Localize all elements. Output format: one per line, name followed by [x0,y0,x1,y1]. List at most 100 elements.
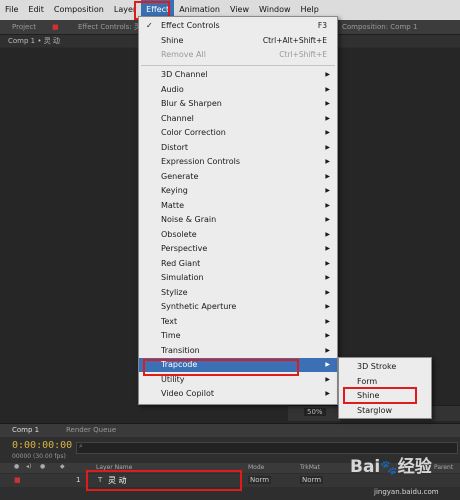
menu-item-color-correction[interactable]: Color Correction ▶ [139,126,337,140]
watermark-logo: Bai🐾经验 [350,452,432,477]
submenu-item-3d-stroke[interactable]: 3D Stroke [339,360,431,374]
eye-icon[interactable]: ● [14,463,19,470]
menu-item-expression-controls[interactable]: Expression Controls ▶ [139,155,337,169]
menu-item-shine[interactable]: Shine Ctrl+Alt+Shift+E [139,34,337,48]
watermark-brand2: 经验 [397,457,432,477]
menu-item-label: Distort [161,142,189,152]
submenu-arrow-icon: ▶ [325,129,330,136]
tab-render-queue[interactable]: Render Queue [66,426,116,434]
menu-item-shortcut: Ctrl+Alt+Shift+E [262,36,327,45]
menu-item-label: Audio [161,84,184,94]
menu-item-label: Shine [161,36,184,45]
menu-item-synthetic-aperture[interactable]: Synthetic Aperture ▶ [139,300,337,314]
menu-item-keying[interactable]: Keying ▶ [139,184,337,198]
submenu-arrow-icon: ▶ [325,216,330,223]
menu-item-audio[interactable]: Audio ▶ [139,83,337,97]
tab-project[interactable]: Project [12,22,36,33]
tab-composition[interactable]: Composition: Comp 1 [342,22,417,33]
layer-color-label: ■ [14,476,21,484]
annotation-layer-box [86,470,242,491]
menu-item-channel[interactable]: Channel ▶ [139,112,337,126]
submenu-arrow-icon: ▶ [325,114,330,122]
watermark-brand: Bai [350,457,381,477]
submenu-arrow-icon: ▶ [325,303,330,310]
timeline-tab-strip: Comp 1 Render Queue [0,423,460,438]
menu-composition[interactable]: Composition [49,0,109,20]
menu-item-distort[interactable]: Distort ▶ [139,141,337,155]
submenu-arrow-icon: ▶ [325,230,330,238]
timecode[interactable]: 0:00:00:00 [12,440,72,451]
menu-item-label: Remove All [161,50,206,59]
submenu-arrow-icon: ▶ [325,85,330,93]
submenu-arrow-icon: ▶ [325,361,330,368]
menu-file[interactable]: File [0,0,23,20]
annotation-trapcode-box [143,359,299,376]
menu-item-perspective[interactable]: Perspective ▶ [139,242,337,256]
submenu-arrow-icon: ▶ [325,317,330,325]
menu-item-matte[interactable]: Matte ▶ [139,199,337,213]
submenu-arrow-icon: ▶ [325,375,330,383]
menu-item-video-copilot[interactable]: Video Copilot ▶ [139,387,337,401]
menu-item-label: Noise & Grain [161,215,217,224]
menu-item-generate[interactable]: Generate ▶ [139,170,337,184]
menu-item-blur-sharpen[interactable]: Blur & Sharpen ▶ [139,97,337,111]
menu-item-obsolete[interactable]: Obsolete ▶ [139,228,337,242]
menu-item-simulation[interactable]: Simulation ▶ [139,271,337,285]
submenu-item-starglow[interactable]: Starglow [339,404,431,418]
breadcrumb-label: Comp 1 • 灵 动 [8,37,60,45]
submenu-arrow-icon: ▶ [325,201,330,209]
menu-item-label: Time [161,331,181,340]
menu-item-red-giant[interactable]: Red Giant ▶ [139,257,337,271]
menu-item-label: Transition [161,345,200,355]
menu-item-shortcut: Ctrl+Shift+E [279,50,327,59]
layer-trkmat-select[interactable]: Norm [300,476,324,484]
submenu-arrow-icon: ▶ [325,143,330,151]
menu-item-text[interactable]: Text ▶ [139,315,337,329]
menu-item-label: Blur & Sharpen [161,99,222,108]
menu-item-label: Expression Controls [161,157,241,166]
menu-item-time[interactable]: Time ▶ [139,329,337,343]
frame-count: 00000 (30.00 fps) [12,453,66,460]
menu-item-label: Perspective [161,244,208,253]
search-icon: ⌕ [79,442,83,450]
menu-item-label: Keying [161,186,188,195]
menu-item-label: Color Correction [161,128,226,137]
menu-item-remove-all: Remove All Ctrl+Shift+E [139,48,337,62]
menu-item-label: 3D Channel [161,70,208,79]
submenu-arrow-icon: ▶ [325,187,330,194]
menu-item-label: Effect Controls [161,21,220,30]
tab-comp-1[interactable]: Comp 1 [12,426,39,434]
tab-effect-controls[interactable]: Effect Controls: 灵 [78,22,141,33]
menu-separator [141,65,335,66]
menu-item-stylize[interactable]: Stylize ▶ [139,286,337,300]
watermark-url: jingyan.baidu.com [374,488,439,496]
zoom-level[interactable]: 50% [304,408,326,416]
menu-edit[interactable]: Edit [23,0,49,20]
menu-item-label: Channel [161,113,194,123]
solo-icon[interactable]: ● [40,463,45,470]
menu-item-noise-grain[interactable]: Noise & Grain ▶ [139,213,337,227]
menu-item-3d-channel[interactable]: 3D Channel ▶ [139,68,337,82]
menu-item-label: Synthetic Aperture [161,302,237,311]
col-parent: Parent [434,464,454,471]
submenu-arrow-icon: ▶ [325,288,330,296]
submenu-arrow-icon: ▶ [325,71,330,78]
submenu-arrow-icon: ▶ [325,158,330,165]
label-icon: ◆ [60,463,65,470]
submenu-arrow-icon: ▶ [325,172,330,180]
menu-item-transition[interactable]: Transition ▶ [139,344,337,358]
submenu-arrow-icon: ▶ [325,390,330,397]
lock-icon[interactable]: ■ [52,22,59,33]
submenu-item-label: 3D Stroke [357,362,397,371]
submenu-arrow-icon: ▶ [325,100,330,107]
layer-index: 1 [76,476,81,484]
menu-item-label: Obsolete [161,229,197,239]
layer-mode-select[interactable]: Norm [248,476,272,484]
submenu-arrow-icon: ▶ [325,332,330,339]
menu-item-label: Simulation [161,273,204,282]
paw-icon: 🐾 [380,460,398,476]
checkmark-icon: ✓ [146,21,153,30]
audio-icon[interactable]: ◂) [26,463,31,470]
menu-item-label: Generate [161,171,199,181]
menu-item-effect-controls[interactable]: ✓ Effect Controls F3 [139,19,337,33]
